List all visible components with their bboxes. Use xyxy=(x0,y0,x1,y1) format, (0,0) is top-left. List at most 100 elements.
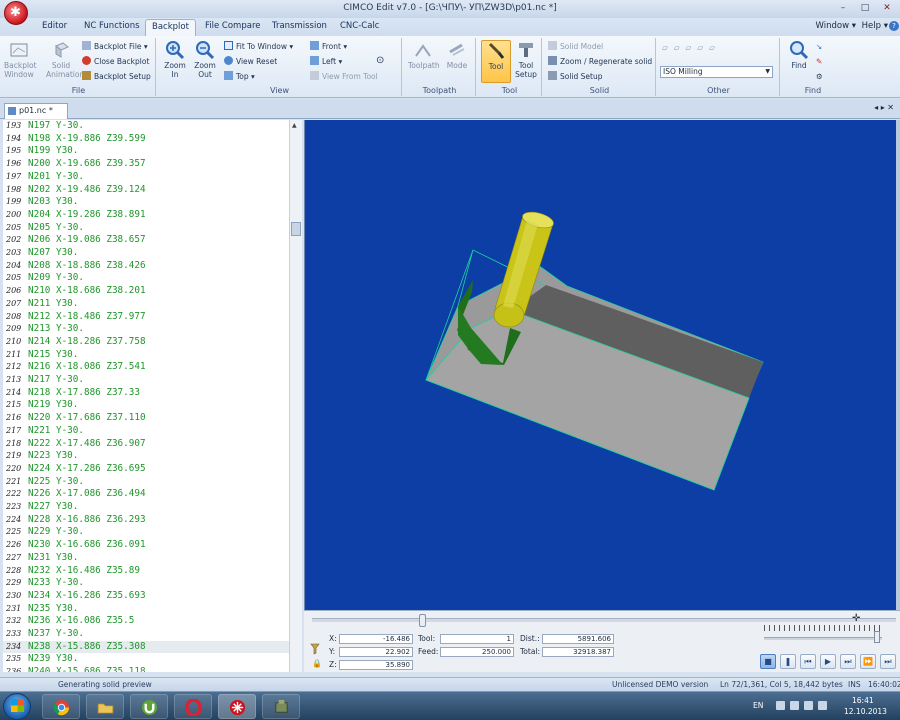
solid-setup-button[interactable]: Solid Setup xyxy=(548,71,603,82)
code-line[interactable]: 211 N215 Y30. xyxy=(3,349,289,362)
step-button[interactable]: ⏭ xyxy=(840,654,856,669)
code-line[interactable]: 222 N226 X-17.086 Z36.494 xyxy=(3,488,289,501)
code-line[interactable]: 231 N235 Y30. xyxy=(3,603,289,616)
timeline-thumb[interactable] xyxy=(418,614,426,627)
code-line[interactable]: 220 N224 X-17.286 Z36.695 xyxy=(3,463,289,476)
window-menu[interactable]: Window ▾ xyxy=(816,21,856,31)
code-line[interactable]: 221 N225 Y-30. xyxy=(3,476,289,489)
backplot-timeline[interactable]: ✛ xyxy=(312,613,896,627)
tray-up-arrow-icon[interactable] xyxy=(776,701,785,710)
machine-type-select[interactable]: ISO Milling ▼ xyxy=(660,66,773,78)
document-tab-p01[interactable]: p01.nc * xyxy=(4,103,68,119)
backplot-setup-button[interactable]: Backplot Setup xyxy=(82,71,151,82)
code-line[interactable]: 218 N222 X-17.486 Z36.907 xyxy=(3,438,289,451)
code-line[interactable]: 236 N240 X-15.686 Z35.118 xyxy=(3,666,289,672)
orbit-icon[interactable]: ⊙ xyxy=(376,55,384,66)
view-reset-button[interactable]: View Reset xyxy=(224,56,277,67)
left-view-button[interactable]: Left ▾ xyxy=(310,56,342,67)
code-line[interactable]: 223 N227 Y30. xyxy=(3,501,289,514)
play-button[interactable]: ▶ xyxy=(820,654,836,669)
taskbar-utorrent[interactable] xyxy=(130,694,168,719)
code-line[interactable]: 195 N199 Y30. xyxy=(3,145,289,158)
taskbar-zw3d[interactable] xyxy=(262,694,300,719)
code-line[interactable]: 205 N205 Y-30. xyxy=(3,222,289,235)
code-line[interactable]: 226 N230 X-16.686 Z36.091 xyxy=(3,539,289,552)
code-line[interactable]: 204 N208 X-18.886 Z38.426 xyxy=(3,260,289,273)
tray-flag-icon[interactable] xyxy=(790,701,799,710)
code-line[interactable]: 215 N219 Y30. xyxy=(3,399,289,412)
code-line[interactable]: 219 N223 Y30. xyxy=(3,450,289,463)
front-view-button[interactable]: Front ▾ xyxy=(310,41,347,52)
tab-transmission[interactable]: Transmission xyxy=(272,21,327,31)
tab-editor[interactable]: Editor xyxy=(42,21,67,31)
tab-nc-functions[interactable]: NC Functions xyxy=(84,21,140,31)
code-line[interactable]: 209 N213 Y-30. xyxy=(3,323,289,336)
start-button[interactable] xyxy=(3,693,31,720)
code-line[interactable]: 227 N231 Y30. xyxy=(3,552,289,565)
top-view-button[interactable]: Top ▾ xyxy=(224,71,255,82)
keyboard-language[interactable]: EN xyxy=(753,701,763,710)
close-button[interactable]: ✕ xyxy=(876,2,898,15)
tool-setup-button[interactable]: Tool Setup xyxy=(511,40,541,79)
code-line[interactable]: 230 N234 X-16.286 Z35.693 xyxy=(3,590,289,603)
code-line[interactable]: 213 N217 Y-30. xyxy=(3,374,289,387)
tab-file-compare[interactable]: File Compare xyxy=(205,21,260,31)
fast-forward-button[interactable]: ⏩ xyxy=(860,654,876,669)
cimco-logo-icon[interactable]: ✱ xyxy=(4,1,28,25)
taskbar-opera[interactable] xyxy=(174,694,212,719)
code-line[interactable]: 234 N238 X-15.886 Z35.308 xyxy=(3,640,289,654)
solid-model-button[interactable]: Solid Model xyxy=(548,41,603,52)
speed-slider-thumb[interactable] xyxy=(874,631,880,643)
code-line[interactable]: 229 N233 Y-30. xyxy=(3,577,289,590)
tab-navigation[interactable]: ◂ ▸ ✕ xyxy=(874,103,894,112)
tray-volume-icon[interactable] xyxy=(818,701,827,710)
stop-button[interactable]: ■ xyxy=(760,654,776,669)
code-line[interactable]: 197 N201 Y-30. xyxy=(3,171,289,184)
taskbar-cimco[interactable] xyxy=(218,694,256,719)
find-options-icon[interactable]: ⚙ xyxy=(816,71,823,82)
find-next-icon[interactable]: ↘ xyxy=(816,41,822,52)
code-line[interactable]: 235 N239 Y30. xyxy=(3,653,289,666)
clock-date[interactable]: 12.10.2013 xyxy=(844,707,887,716)
backplot-window-button[interactable]: Backplot Window xyxy=(4,40,37,79)
tab-cnc-calc[interactable]: CNC-Calc xyxy=(340,21,379,31)
code-line[interactable]: 233 N237 Y-30. xyxy=(3,628,289,641)
help-icon[interactable]: ? xyxy=(889,21,899,31)
code-line[interactable]: 202 N206 X-19.086 Z38.657 xyxy=(3,234,289,247)
taskbar-explorer[interactable] xyxy=(86,694,124,719)
taskbar-chrome[interactable] xyxy=(42,694,80,719)
code-line[interactable]: 210 N214 X-18.286 Z37.758 xyxy=(3,336,289,349)
code-line[interactable]: 200 N204 X-19.286 Z38.891 xyxy=(3,209,289,222)
code-line[interactable]: 212 N216 X-18.086 Z37.541 xyxy=(3,361,289,374)
zoom-in-button[interactable]: Zoom In xyxy=(160,40,190,79)
help-menu[interactable]: Help ▾ xyxy=(862,21,888,31)
code-line[interactable]: 198 N202 X-19.486 Z39.124 xyxy=(3,184,289,197)
code-line[interactable]: 196 N200 X-19.686 Z39.357 xyxy=(3,158,289,171)
scroll-up-icon[interactable]: ▲ xyxy=(292,122,297,129)
zoom-out-button[interactable]: Zoom Out xyxy=(190,40,220,79)
code-line[interactable]: 214 N218 X-17.886 Z37.33 xyxy=(3,387,289,400)
editor-scroll-thumb[interactable] xyxy=(291,222,301,236)
code-line[interactable]: 207 N211 Y30. xyxy=(3,298,289,311)
code-line[interactable]: 216 N220 X-17.686 Z37.110 xyxy=(3,412,289,425)
fit-to-window-button[interactable]: Fit To Window ▾ xyxy=(224,41,293,52)
zoom-regenerate-solid-button[interactable]: Zoom / Regenerate solid xyxy=(548,56,652,67)
code-line[interactable]: 217 N221 Y-30. xyxy=(3,425,289,438)
toolpath-button[interactable]: Toolpath xyxy=(408,40,440,70)
find-mark-icon[interactable]: ✎ xyxy=(816,56,822,67)
backplot-viewport[interactable] xyxy=(304,120,896,610)
tray-network-icon[interactable] xyxy=(804,701,813,710)
maximize-button[interactable]: □ xyxy=(854,2,876,15)
filter-icon[interactable] xyxy=(310,643,320,655)
code-line[interactable]: 228 N232 X-16.486 Z35.89 xyxy=(3,565,289,578)
lock-icon[interactable]: 🔒 xyxy=(312,659,322,668)
code-line[interactable]: 199 N203 Y30. xyxy=(3,196,289,209)
code-line[interactable]: 224 N228 X-16.886 Z36.293 xyxy=(3,514,289,527)
mode-button[interactable]: Mode xyxy=(442,40,472,70)
editor-scrollbar[interactable]: ▲ xyxy=(289,120,302,672)
code-line[interactable]: 225 N229 Y-30. xyxy=(3,526,289,539)
close-backplot-button[interactable]: Close Backplot xyxy=(82,56,149,67)
clock-time[interactable]: 16:41 xyxy=(852,696,874,705)
viewport-scrollbar[interactable] xyxy=(896,120,900,610)
other-tools-icons[interactable]: ▱▱▱▱▱ xyxy=(662,42,721,53)
